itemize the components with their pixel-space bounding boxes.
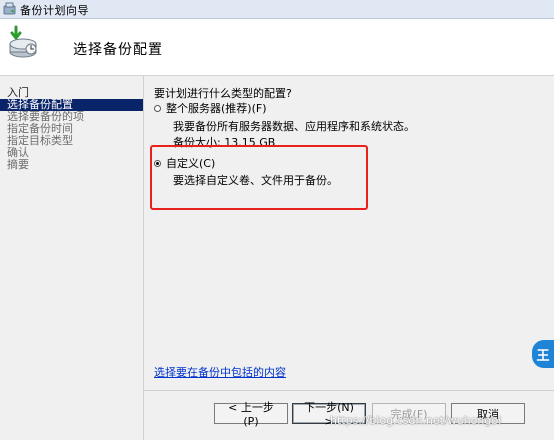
wizard-header: 选择备份配置 (0, 19, 554, 76)
full-server-label: 整个服务器(推荐)(F) (166, 102, 267, 115)
footer-divider (144, 390, 554, 391)
configuration-question: 要计划进行什么类型的配置? (154, 87, 292, 100)
floating-badge[interactable]: 王 (532, 340, 554, 368)
full-server-radio[interactable] (154, 104, 161, 112)
configuration-panel: 要计划进行什么类型的配置? 整个服务器(推荐)(F) 我要备份所有服务器数据、应… (144, 76, 554, 440)
window-title: 备份计划向导 (20, 4, 89, 17)
page-title: 选择备份配置 (73, 42, 163, 58)
full-server-description: 我要备份所有服务器数据、应用程序和系统状态。 (173, 120, 415, 133)
wizard-body: 入门 选择备份配置 选择要备份的项 指定备份时间 指定目标类型 确认 摘要 要计… (0, 76, 554, 440)
back-button[interactable]: < 上一步(P) (214, 401, 288, 428)
wizard-steps-sidebar: 入门 选择备份配置 选择要备份的项 指定备份时间 指定目标类型 确认 摘要 (0, 76, 144, 440)
annotation-highlight-box (150, 145, 368, 210)
watermark-text: https://blog.csdn.net/wuhongbi (330, 414, 502, 427)
full-server-option[interactable]: 整个服务器(推荐)(F) (154, 100, 267, 116)
title-bar: 备份计划向导 (0, 0, 554, 19)
backup-app-icon (3, 2, 16, 15)
backup-contents-help-link[interactable]: 选择要在备份中包括的内容 (154, 364, 286, 380)
sidebar-item-summary: 摘要 (7, 158, 29, 171)
backup-wizard-icon (9, 25, 37, 58)
